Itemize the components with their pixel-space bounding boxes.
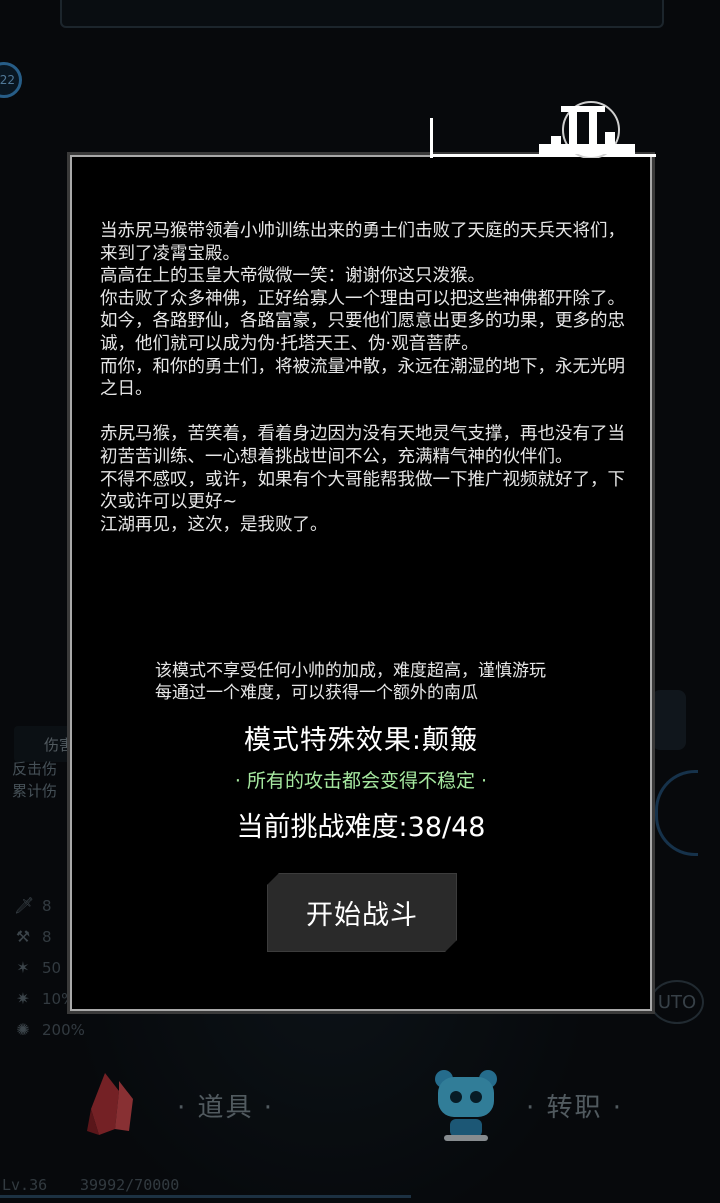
mode-description-line: 每通过一个难度，可以获得一个额外的南瓜: [155, 683, 478, 703]
story-paragraph-gap: [100, 401, 628, 424]
palace-emblem-icon: [539, 101, 635, 158]
story-paragraph: 不得不感叹，或许，如果有个大哥能帮我做一下推广视频就好了，下次或许可以更好~: [100, 469, 625, 513]
story-paragraph: 江湖再见，这次，是我败了。: [100, 514, 328, 535]
story-text: 当赤尻马猴带领着小帅训练出来的勇士们击败了天庭的天兵天将们，来到了凌霄宝殿。 高高…: [100, 220, 628, 536]
mode-description-line: 该模式不享受任何小帅的加成，难度超高，谨慎游玩: [155, 661, 546, 681]
story-paragraph: 如今，各路野仙，各路富豪，只要他们愿意出更多的功果，更多的忠诚，他们就可以成为伪…: [100, 311, 625, 354]
story-paragraph: 而你，和你的勇士们，将被流量冲散，永远在潮湿的地下，永无光明之日。: [100, 356, 625, 400]
mode-description: 该模式不享受任何小帅的加成，难度超高，谨慎游玩 每通过一个难度，可以获得一个额外…: [155, 660, 635, 704]
dialog-header-tick: [430, 118, 433, 158]
start-battle-button[interactable]: 开始战斗: [267, 873, 457, 952]
current-difficulty: 当前挑战难度:38/48: [236, 812, 486, 843]
story-paragraph: 赤尻马猴，苦笑着，看着身边因为没有天地灵气支撑，再也没有了当初苦苦训练、一心想着…: [100, 424, 625, 467]
story-paragraph: 高高在上的玉皇大帝微微一笑：谢谢你这只泼猴。: [100, 266, 485, 287]
story-paragraph: 当赤尻马猴带领着小帅训练出来的勇士们击败了天庭的天兵天将们，来到了凌霄宝殿。: [100, 221, 625, 264]
special-effect-description: · 所有的攻击都会变得不稳定 ·: [234, 770, 488, 792]
story-paragraph: 你击败了众多神佛，正好给寡人一个理由可以把这些神佛都开除了。: [100, 288, 625, 309]
special-effect-title: 模式特殊效果:颠簸: [243, 725, 479, 756]
start-battle-label: 开始战斗: [306, 900, 418, 931]
